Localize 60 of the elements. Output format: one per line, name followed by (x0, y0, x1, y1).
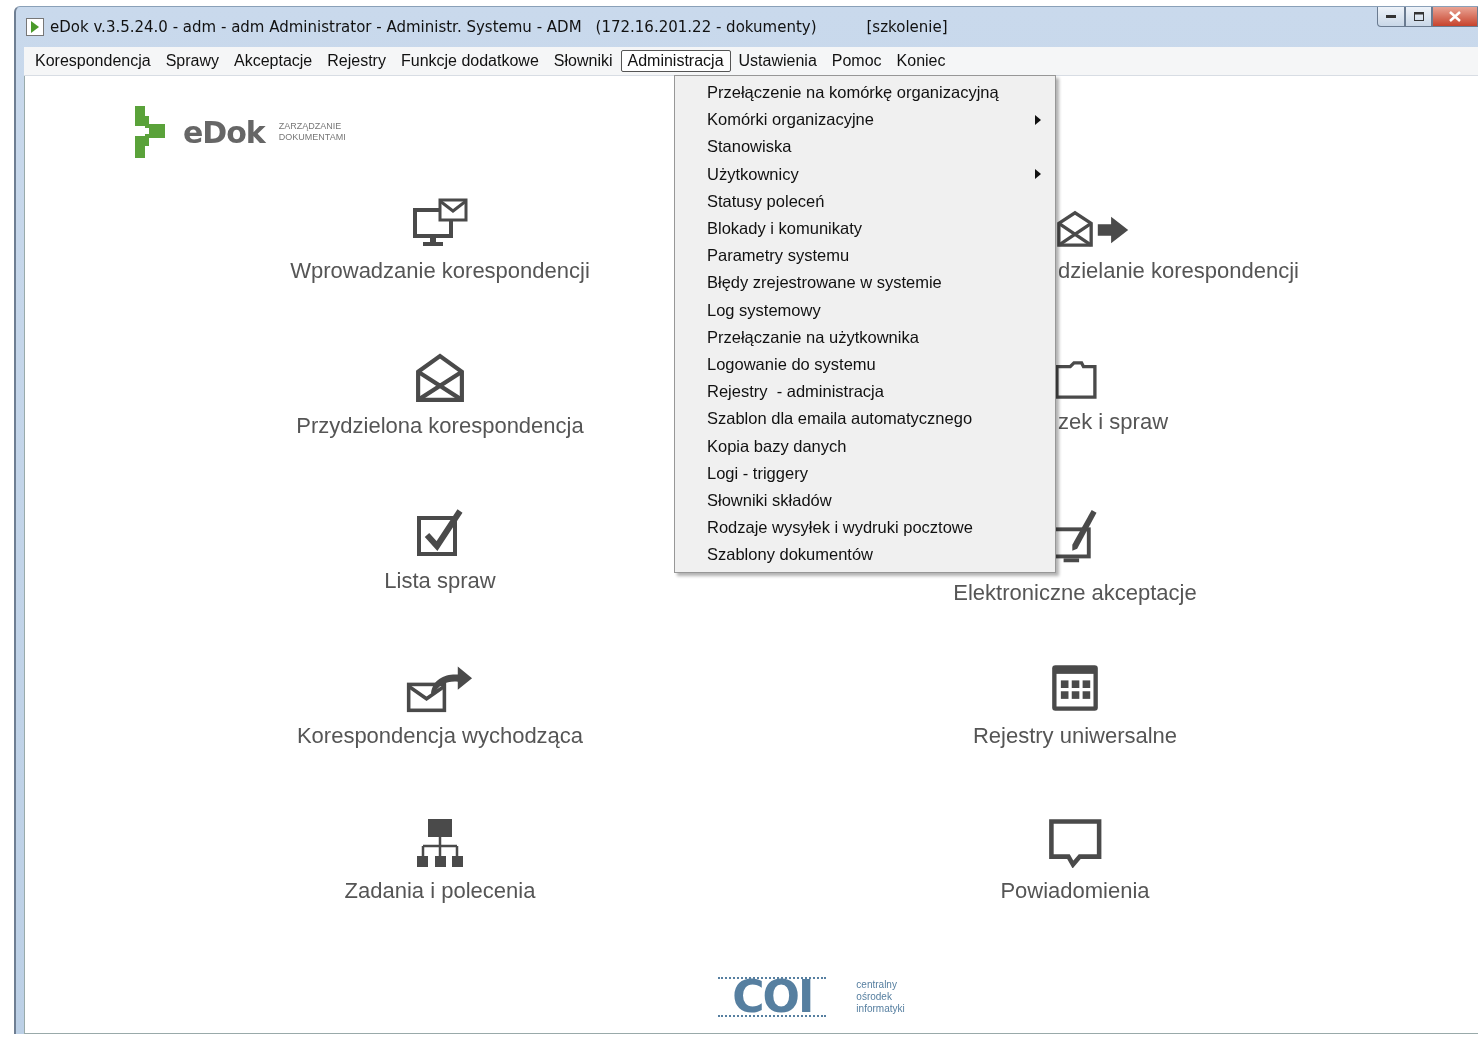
window-title-environment: [szkolenie] (866, 18, 948, 36)
close-icon (1449, 11, 1461, 22)
dropdown-item[interactable]: Słowniki składów (675, 486, 1055, 514)
dropdown-item[interactable]: Błędy zrejestrowane w systemie (675, 269, 1055, 297)
tile-label[interactable]: Wprowadzanie korespondencji (290, 258, 590, 284)
minimize-icon (1386, 14, 1396, 19)
dropdown-item[interactable]: Komórki organizacyjne (675, 106, 1055, 134)
logo-tagline: DOKUMENTAMI (278, 132, 346, 143)
minimize-button[interactable] (1377, 7, 1405, 27)
dropdown-item[interactable]: Rodzaje wysyłek i wydruki pocztowe (675, 514, 1055, 542)
footer-logo-text: informatyki (856, 1003, 905, 1015)
menu-item[interactable]: Słowniki (546, 50, 620, 72)
dropdown-item[interactable]: Logi - triggery (675, 459, 1055, 487)
menu-item[interactable]: Akceptacje (227, 50, 320, 72)
dropdown-item[interactable]: Przełączenie na komórkę organizacyjną (675, 79, 1055, 107)
menu-item[interactable]: Rejestry (320, 50, 393, 72)
logo-name: eDok (183, 114, 265, 150)
calendar-icon (1050, 663, 1100, 713)
tile-label[interactable]: Elektroniczne akceptacje (953, 580, 1197, 606)
dropdown-item[interactable]: Logowanie do systemu (675, 350, 1055, 379)
tile-label[interactable]: Zadania i polecenia (344, 878, 536, 904)
checkbox-icon (416, 508, 464, 558)
menu-item[interactable]: Pomoc (824, 50, 889, 72)
menu-item[interactable]: Ustawienia (731, 50, 824, 72)
tile-label[interactable]: Rejestry uniwersalne (972, 723, 1178, 749)
dropdown-item[interactable]: Statusy poleceń (675, 187, 1055, 215)
maximize-icon (1413, 12, 1424, 21)
tile-label[interactable]: Powiadomienia (1000, 878, 1150, 904)
menu-item[interactable]: Administracja (620, 50, 731, 72)
tile-label[interactable]: Lista spraw (384, 568, 496, 594)
window-title: eDok v.3.5.24.0 - adm - adm Administrator - Administr. Systemu - ADM (50, 18, 582, 36)
folder-icon (1055, 361, 1097, 399)
footer-logo-text: centralny (856, 979, 898, 991)
envelope-icon (415, 353, 465, 403)
dropdown-item[interactable]: Użytkownicy (675, 160, 1055, 188)
hierarchy-icon (415, 818, 465, 868)
tile-label[interactable]: Korespondencja wychodząca (296, 723, 584, 749)
dropdown-item[interactable]: Kopia bazy danych (675, 432, 1055, 460)
logo-tagline: ZARZĄDZANIE (278, 121, 343, 132)
app-icon (26, 18, 44, 36)
dropdown-item[interactable]: Parametry systemu (675, 242, 1055, 270)
menu-item[interactable]: Korespondencja (28, 50, 158, 72)
dropdown-item[interactable]: Log systemowy (675, 296, 1055, 324)
dropdown-item[interactable]: Blokady i komunikaty (675, 214, 1055, 243)
speech-bubble-icon (1047, 818, 1103, 868)
tile-label[interactable]: Przydzielona korespondencja (296, 413, 584, 439)
dropdown-item[interactable]: Szablony dokumentów (675, 541, 1055, 569)
monitor-envelope-icon (412, 198, 468, 248)
footer-logo-text: ośrodek (856, 991, 893, 1003)
footer-logo-mark: COI (718, 977, 827, 1017)
dropdown-item[interactable]: Szablon dla emaila automatycznego (675, 405, 1055, 433)
dropdown-item[interactable]: Stanowiska (675, 133, 1055, 161)
close-button[interactable] (1432, 7, 1478, 27)
dropdown-item[interactable]: Przełączanie na użytkownika (675, 323, 1055, 351)
menu-item[interactable]: Koniec (889, 50, 953, 72)
maximize-button[interactable] (1405, 7, 1432, 27)
window-title-server: (172.16.201.22 - dokumenty) (595, 18, 817, 36)
menu-item[interactable]: Sprawy (158, 50, 226, 72)
dropdown-item[interactable]: Rejestry - administracja (675, 378, 1055, 406)
menu-item[interactable]: Funkcje dodatkowe (393, 50, 546, 72)
